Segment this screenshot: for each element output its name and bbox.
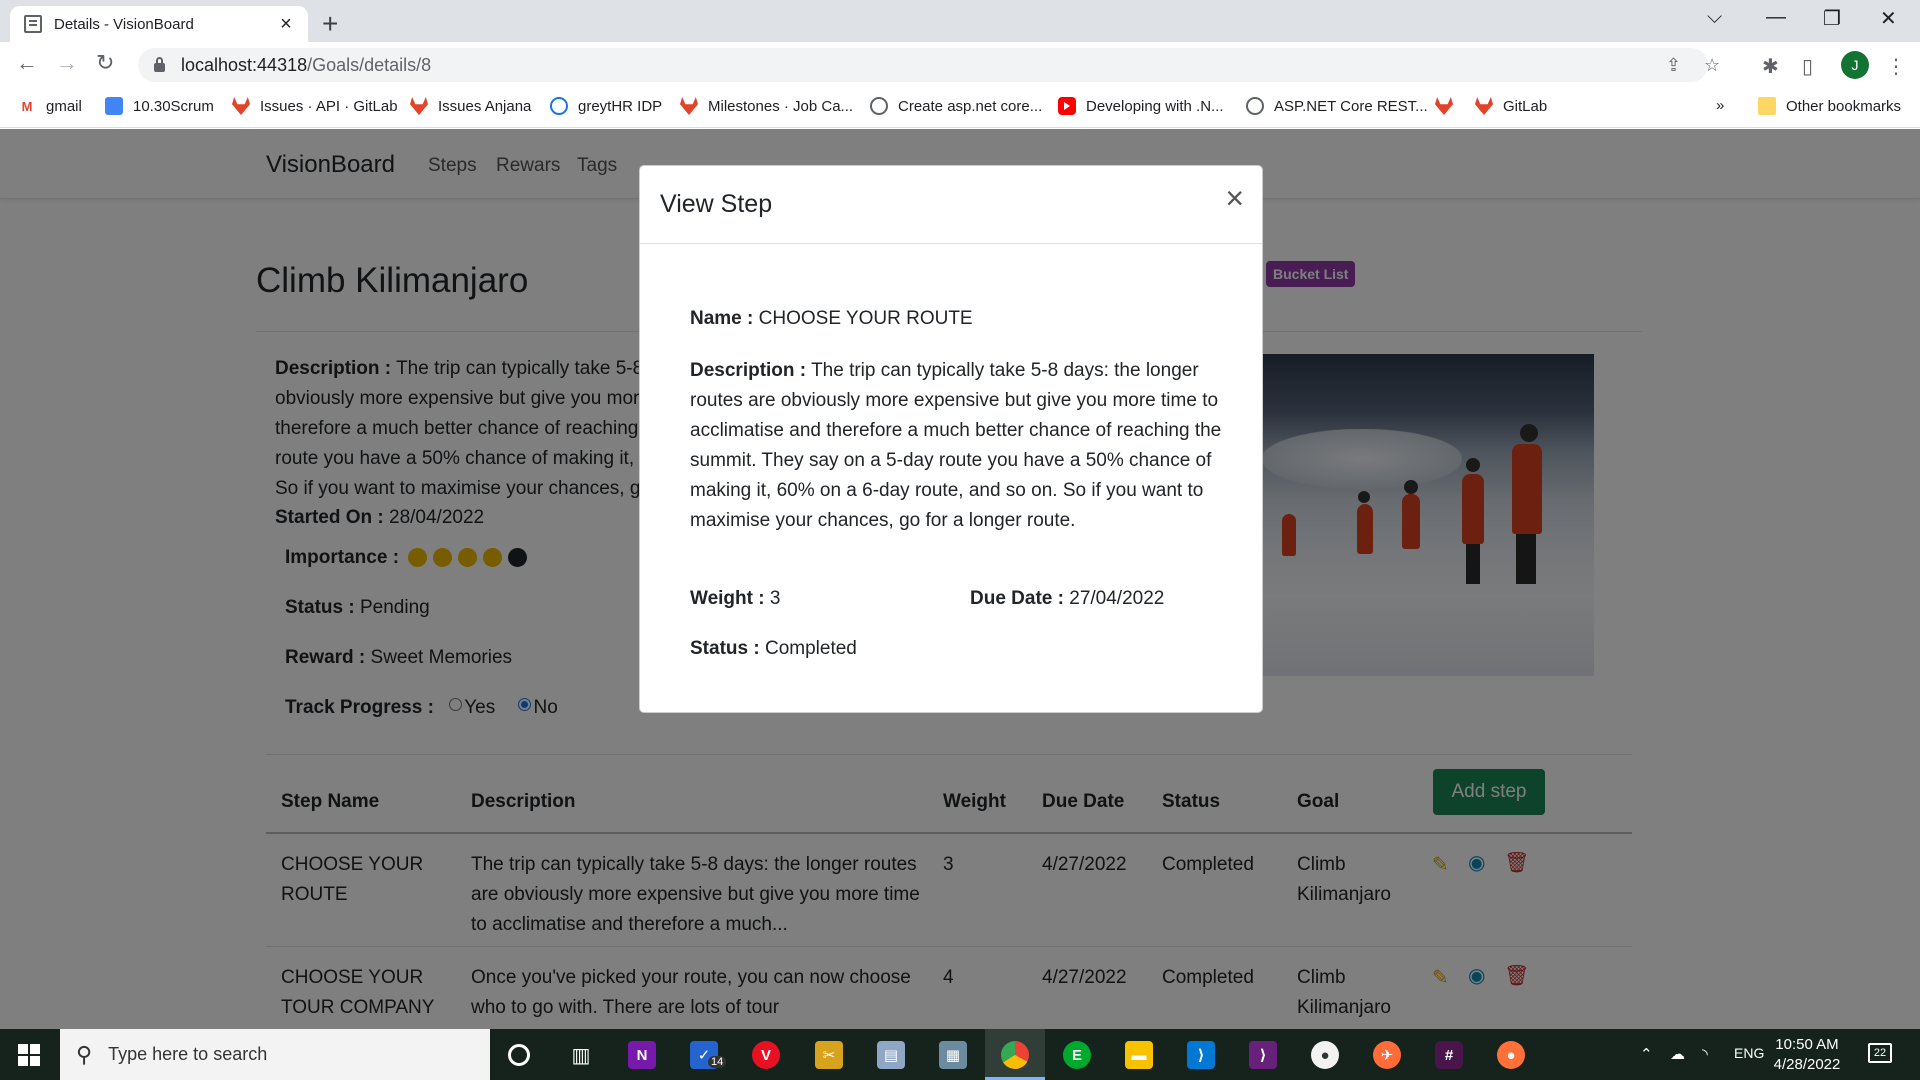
side-panel-icon[interactable]: ▯ <box>1802 54 1813 79</box>
modal-header: View Step × <box>640 166 1262 244</box>
firefox-icon[interactable]: ● <box>1497 1041 1525 1069</box>
todo-badge: 14 <box>708 1056 727 1068</box>
new-tab-icon[interactable]: + <box>322 8 338 40</box>
forward-icon[interactable]: → <box>56 50 78 76</box>
visual-studio-icon[interactable]: ⟩ <box>1249 1041 1277 1069</box>
greythr-icon <box>550 97 568 115</box>
tab-close-icon[interactable]: × <box>276 13 296 36</box>
storage-app-icon[interactable]: ▤ <box>877 1041 905 1069</box>
browser-menu-icon[interactable]: ⋮ <box>1886 54 1906 79</box>
cortana-icon[interactable] <box>508 1044 530 1066</box>
bookmarks-bar: Mgmail 10.30Scrum Issues · API · GitLab … <box>0 88 1920 128</box>
show-hidden-icons-icon[interactable]: ⌃ <box>1640 1045 1653 1063</box>
modal-step-description: Description : The trip can typically tak… <box>690 360 1222 531</box>
bookmark-scrum[interactable]: 10.30Scrum <box>105 97 214 115</box>
modal-step-status: Status : Completed <box>690 638 857 659</box>
search-placeholder: Type here to search <box>108 1044 268 1064</box>
bookmark-gitlab-blank[interactable] <box>1435 97 1463 115</box>
address-toolbar: ← → ↻ localhost:44318/Goals/details/8 ⇪ … <box>0 42 1920 88</box>
restore-icon[interactable]: ❐ <box>1823 6 1841 31</box>
url-host: localhost:44318 <box>181 54 308 75</box>
snipping-tool-icon[interactable]: ✂ <box>815 1041 843 1069</box>
profile-avatar[interactable]: J <box>1841 51 1869 79</box>
globe-icon <box>1246 97 1264 115</box>
chrome-icon[interactable] <box>1001 1041 1029 1069</box>
bookmark-gmail[interactable]: Mgmail <box>18 97 82 115</box>
bookmark-star-icon[interactable]: ☆ <box>1704 55 1720 76</box>
modal-step-name: Name : CHOOSE YOUR ROUTE <box>690 308 973 329</box>
bookmark-gitlab[interactable]: GitLab <box>1475 97 1547 115</box>
view-step-modal: View Step × Name : CHOOSE YOUR ROUTE Des… <box>639 165 1263 713</box>
bookmark-issues-anjana[interactable]: Issues Anjana <box>410 97 531 115</box>
gitlab-icon <box>232 97 250 115</box>
share-icon[interactable]: ⇪ <box>1666 55 1681 76</box>
reload-icon[interactable]: ↻ <box>96 50 114 76</box>
bookmarks-overflow-icon[interactable]: » <box>1716 97 1724 114</box>
url-path: /Goals/details/8 <box>307 54 432 75</box>
vscode-icon[interactable]: ⟩ <box>1187 1041 1215 1069</box>
github-desktop-icon[interactable]: ● <box>1311 1041 1339 1069</box>
search-icon: ⚲ <box>76 1041 93 1067</box>
bookmark-greythr[interactable]: greytHR IDP <box>550 97 662 115</box>
wifi-icon[interactable]: ◝ <box>1702 1045 1708 1063</box>
gitlab-icon <box>1435 97 1453 115</box>
taskbar-search[interactable]: ⚲ Type here to search <box>60 1029 490 1080</box>
tab-strip: Details - VisionBoard × + ⌵ — ❐ ✕ <box>0 0 1920 42</box>
folder-icon <box>1758 97 1776 115</box>
onedrive-icon[interactable]: ☁ <box>1670 1045 1685 1063</box>
calculator-icon[interactable]: ▦ <box>939 1041 967 1069</box>
other-bookmarks[interactable]: Other bookmarks <box>1758 97 1901 115</box>
gitlab-icon <box>1475 97 1493 115</box>
file-explorer-icon[interactable]: ▬ <box>1125 1041 1153 1069</box>
system-clock[interactable]: 10:50 AM 4/28/2022 <box>1752 1035 1862 1075</box>
bookmark-issues-api[interactable]: Issues · API · GitLab <box>232 97 398 115</box>
clock-date: 4/28/2022 <box>1773 1056 1841 1073</box>
modal-title: View Step <box>660 190 773 218</box>
notifications-icon[interactable]: 22 <box>1868 1043 1892 1063</box>
task-view-icon[interactable]: ▥ <box>567 1041 595 1069</box>
bookmark-create-asp[interactable]: Create asp.net core... <box>870 97 1042 115</box>
windows-start-icon[interactable] <box>18 1044 40 1066</box>
browser-tab[interactable]: Details - VisionBoard × <box>10 6 308 42</box>
onenote-icon[interactable]: N <box>628 1041 656 1069</box>
minimize-icon[interactable]: — <box>1766 6 1786 29</box>
lock-icon[interactable] <box>154 56 165 72</box>
gmail-icon: M <box>21 98 33 114</box>
close-icon[interactable]: × <box>1225 182 1244 214</box>
modal-step-weight: Weight : 3 <box>690 588 781 609</box>
youtube-icon <box>1058 97 1076 115</box>
meet-icon <box>105 97 123 115</box>
vivaldi-icon[interactable]: V <box>752 1041 780 1069</box>
back-icon[interactable]: ← <box>16 50 38 76</box>
windows-taskbar: ⚲ Type here to search ▥ N ✓ 14 V ✂ ▤ ▦ E… <box>0 1029 1920 1080</box>
gitlab-icon <box>680 97 698 115</box>
slack-icon[interactable]: # <box>1435 1041 1463 1069</box>
bookmark-developing[interactable]: Developing with .N... <box>1058 97 1224 115</box>
postman-icon[interactable]: ✈ <box>1373 1041 1401 1069</box>
address-bar[interactable]: localhost:44318/Goals/details/8 ⇪ ☆ <box>138 48 1720 82</box>
bookmark-aspnet-rest[interactable]: ASP.NET Core REST... <box>1246 97 1428 115</box>
gitlab-icon <box>410 97 428 115</box>
close-window-icon[interactable]: ✕ <box>1880 6 1897 31</box>
globe-icon <box>870 97 888 115</box>
tab-search-icon[interactable]: ⌵ <box>1707 6 1722 29</box>
clock-time: 10:50 AM <box>1775 1036 1839 1053</box>
modal-step-due-date: Due Date : 27/04/2022 <box>970 588 1165 609</box>
extensions-icon[interactable]: ✱ <box>1762 54 1779 79</box>
page-favicon-icon <box>24 15 42 33</box>
tab-title: Details - VisionBoard <box>54 15 194 33</box>
bookmark-milestones[interactable]: Milestones · Job Ca... <box>680 97 853 115</box>
evernote-icon[interactable]: E <box>1063 1041 1091 1069</box>
